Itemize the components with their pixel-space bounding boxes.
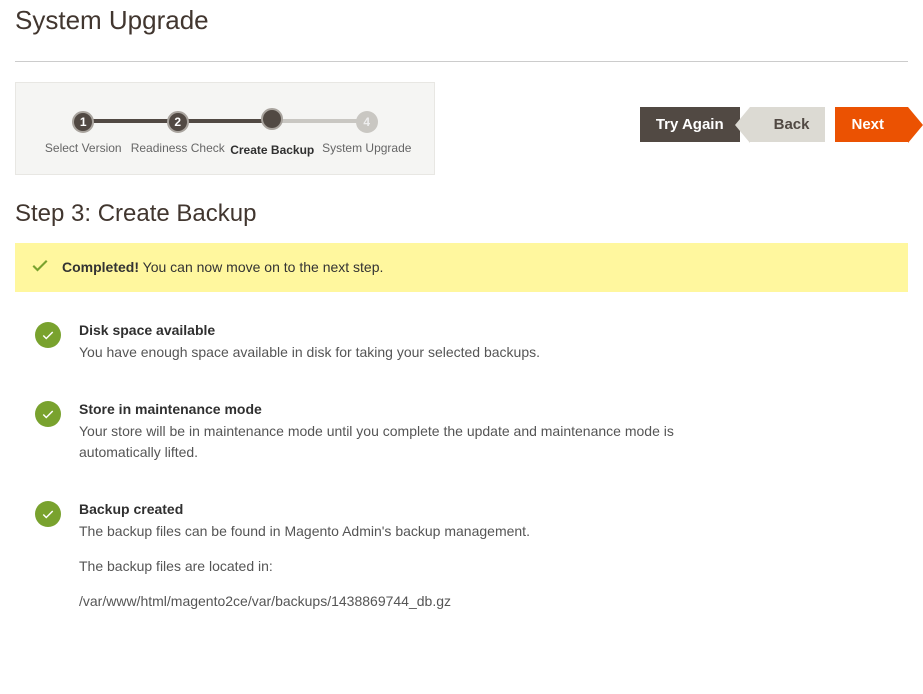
banner-rest: You can now move on to the next step. [139, 259, 383, 275]
check-item-disk: Disk space available You have enough spa… [15, 322, 908, 363]
step-1: 1 Select Version [36, 111, 131, 157]
item-title: Backup created [79, 501, 530, 517]
check-circle-icon [35, 401, 61, 427]
banner-message: Completed! You can now move on to the ne… [62, 259, 383, 275]
check-circle-icon [35, 501, 61, 527]
item-title: Store in maintenance mode [79, 401, 719, 417]
step-number [261, 108, 283, 130]
item-desc: Your store will be in maintenance mode u… [79, 421, 719, 463]
step-label: System Upgrade [320, 141, 415, 157]
divider [15, 61, 908, 62]
step-heading: Step 3: Create Backup [0, 175, 923, 243]
check-item-maintenance: Store in maintenance mode Your store wil… [15, 401, 908, 463]
step-3: Create Backup [225, 108, 320, 159]
backup-path: /var/www/html/magento2ce/var/backups/143… [79, 591, 530, 612]
success-banner: Completed! You can now move on to the ne… [15, 243, 908, 292]
step-2: 2 Readiness Check [131, 111, 226, 157]
banner-bold: Completed! [62, 259, 139, 275]
item-title: Disk space available [79, 322, 540, 338]
check-icon [30, 255, 50, 280]
check-item-backup: Backup created The backup files can be f… [15, 501, 908, 626]
step-label: Readiness Check [131, 141, 226, 157]
step-number: 2 [167, 111, 189, 133]
step-label: Select Version [36, 141, 131, 157]
try-again-button[interactable]: Try Again [640, 107, 740, 142]
step-label: Create Backup [225, 143, 320, 159]
top-row: 1 Select Version 2 Readiness Check Creat… [0, 82, 923, 175]
checklist: Disk space available You have enough spa… [0, 292, 923, 694]
back-button[interactable]: Back [750, 107, 826, 142]
action-buttons: Try Again Back Next [640, 107, 908, 142]
next-button[interactable]: Next [835, 107, 908, 142]
step-number: 4 [356, 111, 378, 133]
check-circle-icon [35, 322, 61, 348]
item-desc: You have enough space available in disk … [79, 342, 540, 363]
step-number: 1 [72, 111, 94, 133]
page-title: System Upgrade [0, 0, 923, 41]
item-desc: The backup files can be found in Magento… [79, 521, 530, 612]
item-desc-line: The backup files can be found in Magento… [79, 521, 530, 542]
item-desc-line: The backup files are located in: [79, 556, 530, 577]
step-4: 4 System Upgrade [320, 111, 415, 157]
stepper: 1 Select Version 2 Readiness Check Creat… [15, 82, 435, 175]
